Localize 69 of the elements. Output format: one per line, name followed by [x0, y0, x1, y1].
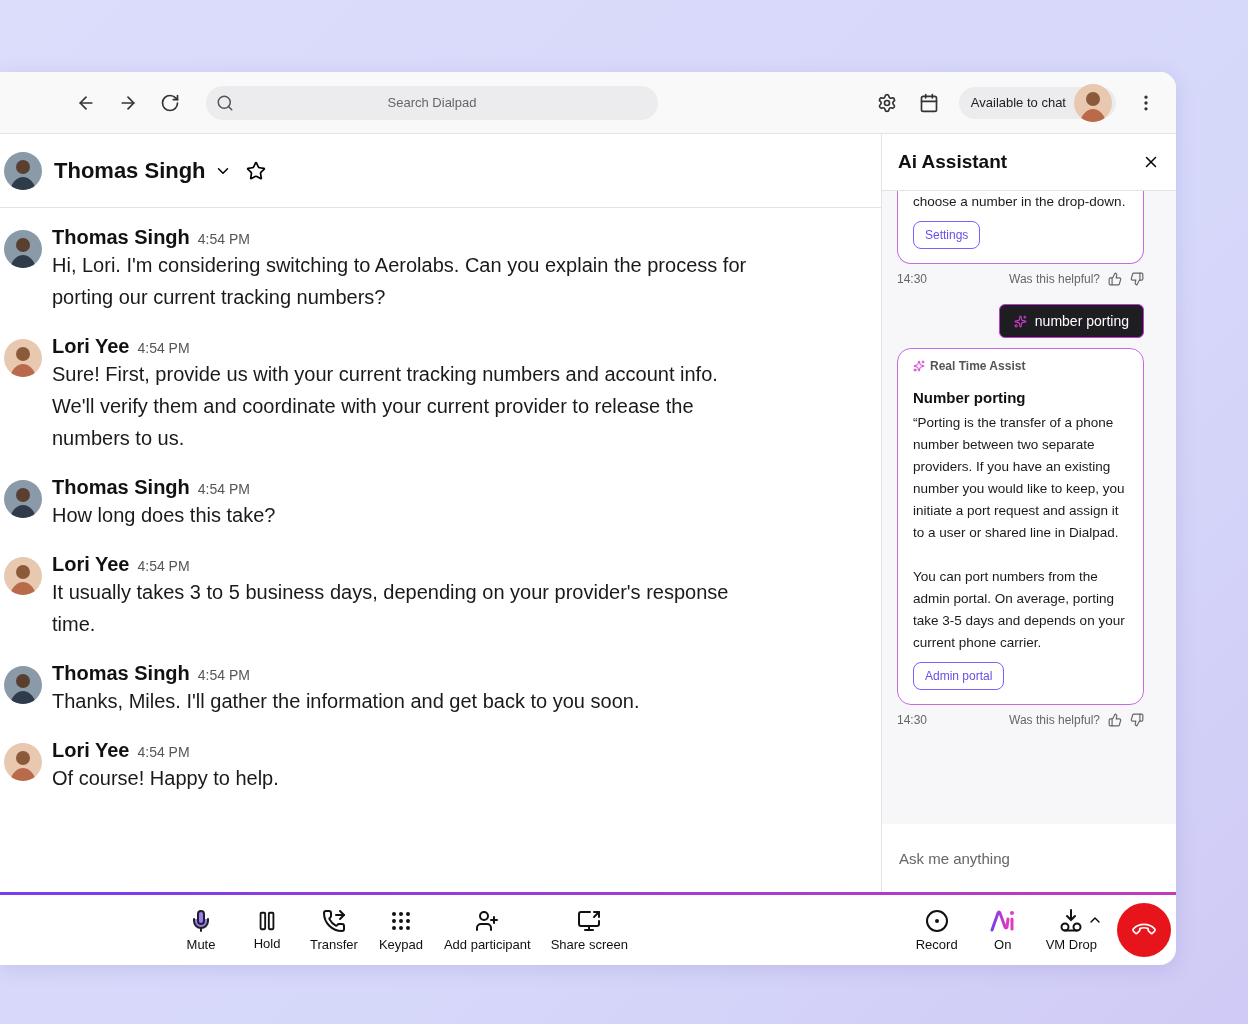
answer-text: “Porting is the transfer of a phone number between two separate providers. If you have an existing number you would like to keep, you initiate a port request and assign it to a user or shared line in Dialpad.: [913, 414, 1126, 542]
card-link-button[interactable]: Admin portal: [913, 662, 1005, 690]
phone-transfer-icon: [321, 908, 346, 933]
message-time: 4:54 PM: [137, 558, 190, 574]
message-time: 4:54 PM: [197, 481, 250, 497]
message-time: 4:54 PM: [197, 667, 250, 683]
avatar: [4, 230, 42, 268]
search-field[interactable]: Search Dialpad: [206, 85, 658, 120]
feedback-prompt: Was this helpful?: [1009, 272, 1100, 286]
feedback-prompt: Was this helpful?: [1009, 713, 1100, 727]
voicemail-drop-icon: [1059, 908, 1084, 933]
avatar: [4, 339, 42, 377]
card-link-button[interactable]: Settings: [913, 221, 981, 249]
timestamp: 14:30: [897, 713, 928, 727]
sender-name: Thomas Singh: [52, 226, 190, 249]
sender-name: Thomas Singh: [52, 662, 190, 685]
call-control-button[interactable]: Keypad: [367, 908, 434, 952]
add-user-icon: [475, 908, 500, 933]
answer-text: You can port numbers from the admin portal. On average, porting take 3-5 days and depends on your current phone carrier.: [913, 568, 1126, 652]
calendar-icon[interactable]: [918, 92, 939, 113]
avatar: [4, 557, 42, 595]
sender-name: Lori Yee: [52, 739, 130, 762]
record-icon: [924, 908, 949, 933]
call-control-button[interactable]: VM Drop: [1035, 908, 1107, 952]
contact-name: Thomas Singh: [54, 157, 206, 184]
call-control-button[interactable]: Hold: [234, 909, 300, 951]
sender-name: Lori Yee: [52, 335, 130, 358]
thumbs-up-icon[interactable]: [1108, 272, 1122, 286]
message-text: How long does this take?: [52, 503, 276, 528]
status-button[interactable]: Available to chat: [958, 86, 1116, 119]
share-screen-icon: [577, 908, 602, 933]
message-time: 4:54 PM: [137, 340, 190, 356]
call-control-button[interactable]: Transfer: [300, 908, 368, 952]
message-text: Of course! Happy to help.: [52, 766, 279, 791]
search-icon: [216, 93, 234, 112]
avatar: [4, 666, 42, 704]
timestamp: 14:30: [897, 272, 928, 286]
card-heading: Number porting: [913, 389, 1027, 406]
call-control-button[interactable]: Record: [903, 908, 970, 952]
avatar: [4, 151, 42, 190]
call-control-button[interactable]: Mute: [168, 908, 234, 952]
avatar: [4, 743, 42, 781]
message-text: Hi, Lori. I'm considering switching to Aerolabs. Can you explain the process for porting our current tracking numbers?: [52, 253, 748, 310]
call-control-button[interactable]: Share screen: [540, 908, 638, 952]
sender-name: Thomas Singh: [52, 476, 190, 499]
reload-icon[interactable]: [160, 92, 180, 113]
call-control-button[interactable]: Add participant: [433, 908, 541, 952]
message-text: Thanks, Miles. I'll gather the information and get back to you soon.: [52, 689, 640, 714]
avatar: [1074, 83, 1112, 122]
thumbs-up-icon[interactable]: [1108, 713, 1122, 727]
sparkle-icon: [913, 360, 925, 372]
message-text: It usually takes 3 to 5 business days, depending on your provider's response time.: [52, 580, 730, 637]
hang-up-button[interactable]: [1117, 903, 1171, 957]
sparkle-icon: [1013, 314, 1027, 328]
message-time: 4:54 PM: [197, 231, 250, 247]
call-control-button[interactable]: On: [969, 908, 1036, 952]
settings-icon[interactable]: [876, 92, 897, 113]
thumbs-down-icon[interactable]: [1130, 713, 1144, 727]
query-chip[interactable]: number porting: [998, 304, 1144, 338]
card-label: Real Time Assist: [930, 359, 1026, 373]
star-icon[interactable]: [245, 160, 266, 181]
message-time: 4:54 PM: [137, 744, 190, 760]
panel-title: Ai Assistant: [898, 151, 1008, 173]
ai-icon: [989, 908, 1016, 933]
thumbs-down-icon[interactable]: [1130, 272, 1144, 286]
message-text: Sure! First, provide us with your current tracking numbers and account info. We'll verify them and coordinate with your current provider to release the numbers to us.: [52, 362, 719, 451]
sender-name: Lori Yee: [52, 553, 130, 576]
answer-text: choose a number in the drop-down.: [913, 193, 1127, 211]
avatar: [4, 480, 42, 518]
